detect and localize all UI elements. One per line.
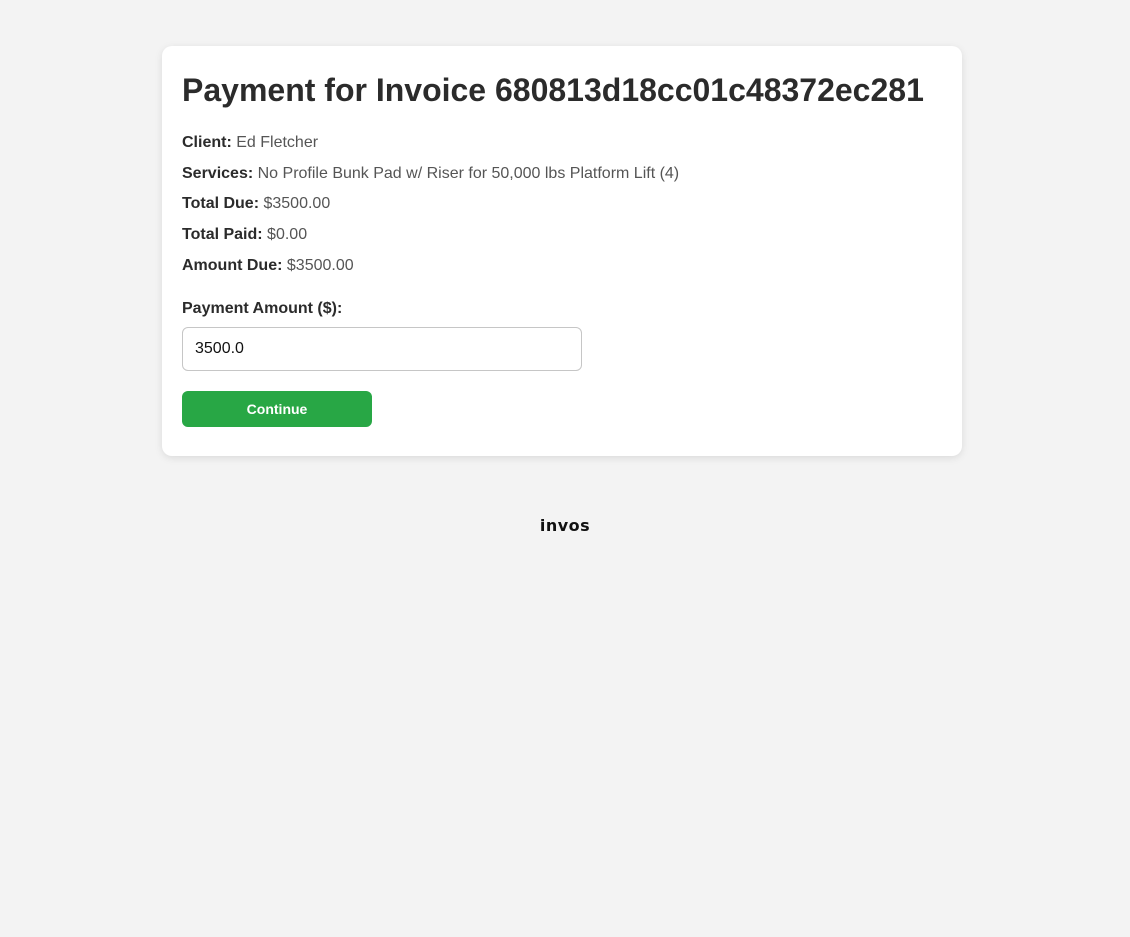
invoice-id: 680813d18cc01c48372ec281	[494, 72, 924, 108]
client-row: Client: Ed Fletcher	[182, 133, 942, 152]
total-paid-value: $0.00	[267, 226, 308, 244]
total-due-value: $3500.00	[263, 195, 331, 213]
amount-due-label: Amount Due:	[182, 256, 283, 274]
services-row: Services: No Profile Bunk Pad w/ Riser f…	[182, 164, 942, 183]
continue-button[interactable]: Continue	[182, 390, 372, 427]
services-value: No Profile Bunk Pad w/ Riser for 50,000 …	[257, 164, 680, 182]
payment-amount-label: Payment Amount ($):	[182, 299, 343, 317]
total-paid-row: Total Paid: $0.00	[182, 225, 942, 244]
invos-logo: invos	[539, 516, 591, 535]
amount-due-value: $3500.00	[286, 256, 354, 274]
client-label: Client:	[182, 133, 232, 151]
page-title: Payment for Invoice 680813d18cc01c48372e…	[182, 72, 942, 109]
client-value: Ed Fletcher	[236, 133, 319, 151]
amount-due-row: Amount Due: $3500.00	[182, 256, 942, 275]
title-prefix: Payment for Invoice	[182, 72, 495, 108]
services-label: Services:	[182, 164, 254, 182]
total-due-row: Total Due: $3500.00	[182, 194, 942, 213]
payment-card: Payment for Invoice 680813d18cc01c48372e…	[162, 46, 962, 456]
total-paid-label: Total Paid:	[182, 226, 263, 244]
total-due-label: Total Due:	[182, 195, 260, 213]
invoice-details: Client: Ed Fletcher Services: No Profile…	[182, 133, 942, 275]
payment-amount-input[interactable]	[182, 326, 582, 371]
